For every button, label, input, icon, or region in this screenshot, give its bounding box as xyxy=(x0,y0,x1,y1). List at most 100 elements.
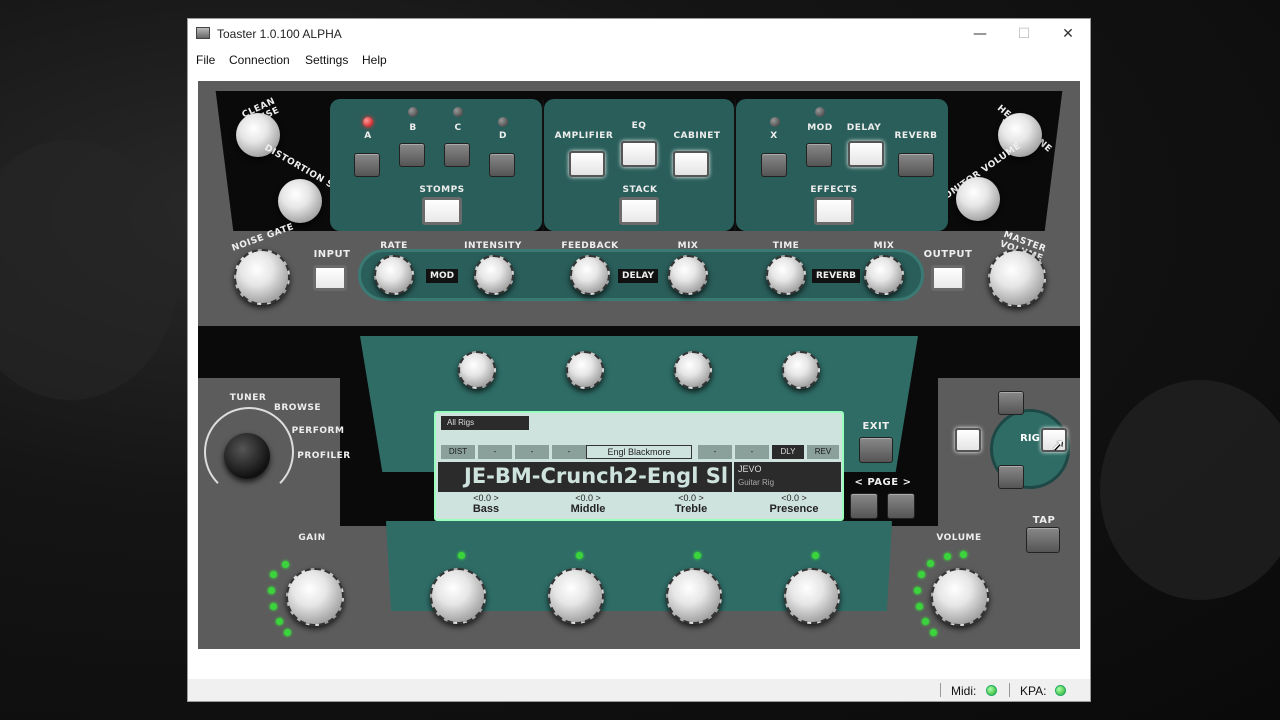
eq-button[interactable] xyxy=(621,141,657,167)
page-right-button[interactable] xyxy=(887,493,915,519)
menu-connection[interactable]: Connection xyxy=(229,53,290,67)
lcd-param-bass: <0.0 > Bass xyxy=(472,493,500,515)
lcd-slot: - xyxy=(552,445,586,459)
soft-knob-1[interactable] xyxy=(458,351,496,389)
effect-reverb-button[interactable] xyxy=(898,153,934,177)
mode-selector-knob[interactable] xyxy=(224,433,270,479)
lcd-param-treble: <0.0 > Treble xyxy=(674,493,708,515)
exit-button[interactable] xyxy=(859,437,893,463)
stomp-d-label: D xyxy=(499,131,507,141)
reverb-mix-knob[interactable] xyxy=(864,255,904,295)
mod-rate-knob[interactable] xyxy=(374,255,414,295)
volume-led xyxy=(960,551,967,558)
volume-led xyxy=(916,603,923,610)
presence-led xyxy=(812,552,819,559)
treble-knob[interactable] xyxy=(666,568,722,624)
lcd-slot: - xyxy=(735,445,769,459)
amplifier-button[interactable] xyxy=(569,151,605,177)
status-separator xyxy=(940,683,941,697)
input-label: INPUT xyxy=(313,249,351,260)
cabinet-button[interactable] xyxy=(673,151,709,177)
volume-led xyxy=(922,618,929,625)
middle-knob[interactable] xyxy=(548,568,604,624)
lcd-param-middle: <0.0 > Middle xyxy=(570,493,606,515)
mouse-cursor: ➚ xyxy=(1051,437,1065,454)
volume-led xyxy=(914,587,921,594)
tap-button[interactable] xyxy=(1026,527,1060,553)
monitor-volume-knob[interactable] xyxy=(956,177,1000,221)
gain-knob[interactable] xyxy=(286,568,344,626)
lcd-author: JEVO xyxy=(738,464,762,474)
gain-led xyxy=(282,561,289,568)
menu-help[interactable]: Help xyxy=(362,53,387,67)
maximize-button[interactable]: ☐ xyxy=(1002,19,1046,49)
effect-delay-button[interactable] xyxy=(848,141,884,167)
effect-x-button[interactable] xyxy=(761,153,787,177)
mode-tuner-label[interactable]: TUNER xyxy=(228,393,268,403)
effect-x-led xyxy=(770,117,780,127)
mode-profiler-label[interactable]: PROFILER xyxy=(296,451,352,461)
page-left-button[interactable] xyxy=(850,493,878,519)
rig-up-button[interactable] xyxy=(998,391,1024,415)
lcd-display: All Rigs DIST - - - Engl Blackmore - - D… xyxy=(434,411,844,521)
soft-knob-2[interactable] xyxy=(566,351,604,389)
noise-gate-knob[interactable] xyxy=(234,249,290,305)
mod-intensity-knob[interactable] xyxy=(474,255,514,295)
close-button[interactable]: ✕ xyxy=(1046,19,1090,49)
distortion-sense-knob[interactable] xyxy=(278,179,322,223)
input-button[interactable] xyxy=(313,265,347,291)
mode-perform-label[interactable]: PERFORM xyxy=(290,426,346,436)
effect-mod-button[interactable] xyxy=(806,143,832,167)
stomps-button[interactable] xyxy=(422,197,462,225)
bass-knob[interactable] xyxy=(430,568,486,624)
stomp-b-button[interactable] xyxy=(399,143,425,167)
presence-knob[interactable] xyxy=(784,568,840,624)
gain-led xyxy=(284,629,291,636)
midi-label: Midi: xyxy=(951,684,977,698)
delay-feedback-knob[interactable] xyxy=(570,255,610,295)
lcd-slot: - xyxy=(478,445,512,459)
stomp-d-button[interactable] xyxy=(489,153,515,177)
stomp-a-led xyxy=(363,117,373,127)
stack-label: STACK xyxy=(622,185,658,195)
app-window: Toaster 1.0.100 ALPHA — ☐ ✕ File Connect… xyxy=(187,18,1091,702)
gain-led xyxy=(270,571,277,578)
mod-rate-label: RATE xyxy=(380,241,408,251)
menu-file[interactable]: File xyxy=(196,53,215,67)
stomp-b-label: B xyxy=(409,123,417,133)
background-texture xyxy=(1100,380,1280,600)
stomp-c-button[interactable] xyxy=(444,143,470,167)
effect-x-label: X xyxy=(770,131,778,141)
lcd-rig-name: JE-BM-Crunch2-Engl Sl xyxy=(464,464,729,488)
stomp-c-led xyxy=(453,107,463,117)
stack-button[interactable] xyxy=(619,197,659,225)
menu-settings[interactable]: Settings xyxy=(305,53,348,67)
master-volume-knob[interactable] xyxy=(988,249,1046,307)
lcd-slot: - xyxy=(515,445,549,459)
middle-led xyxy=(576,552,583,559)
kemper-device-panel: CLEAN SENSE DISTORTION SENSE HEADPHONE V… xyxy=(198,81,1080,649)
reverb-time-knob[interactable] xyxy=(766,255,806,295)
delay-mix-knob[interactable] xyxy=(668,255,708,295)
soft-knob-4[interactable] xyxy=(782,351,820,389)
effects-button[interactable] xyxy=(814,197,854,225)
volume-knob[interactable] xyxy=(931,568,989,626)
soft-knob-3[interactable] xyxy=(674,351,712,389)
rig-down-button[interactable] xyxy=(998,465,1024,489)
stomp-a-button[interactable] xyxy=(354,153,380,177)
minimize-button[interactable]: — xyxy=(958,19,1002,49)
effect-mod-led xyxy=(815,107,825,117)
reverb-time-label: TIME xyxy=(772,241,800,251)
mod-intensity-label: INTENSITY xyxy=(464,241,522,251)
stomps-label: STOMPS xyxy=(419,185,465,195)
stomp-d-led xyxy=(498,117,508,127)
output-button[interactable] xyxy=(931,265,965,291)
reverb-label: REVERB xyxy=(812,269,860,283)
lcd-slot-dly: DLY xyxy=(772,445,804,459)
volume-led xyxy=(944,553,951,560)
lcd-param-presence: <0.0 > Presence xyxy=(769,493,819,515)
rig-left-button[interactable] xyxy=(955,428,981,452)
status-bar: Midi: KPA: xyxy=(188,679,1090,701)
mode-browse-label[interactable]: BROWSE xyxy=(274,403,321,413)
window-title: Toaster 1.0.100 ALPHA xyxy=(217,27,342,41)
